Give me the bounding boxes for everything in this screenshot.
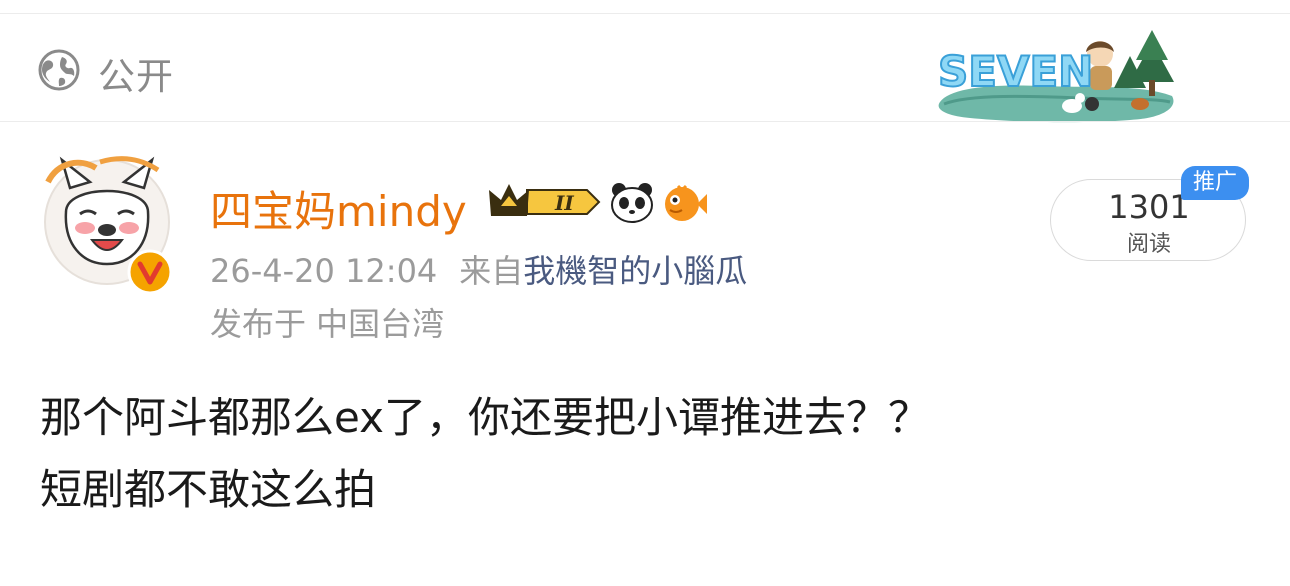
source-prefix: 来自: [459, 252, 524, 290]
promote-tag[interactable]: 推广: [1181, 166, 1249, 200]
svg-text:SEVEN: SEVEN: [938, 47, 1093, 96]
post-location: 发布于 中国台湾: [210, 305, 445, 343]
visibility-header: 公开 SEVEN: [0, 14, 1290, 124]
globe-icon: [38, 49, 80, 91]
verified-v-icon: [127, 249, 173, 295]
svg-text:II: II: [554, 191, 574, 215]
seven-fan-badge-icon[interactable]: SEVEN: [930, 22, 1180, 124]
panda-icon[interactable]: [608, 180, 656, 224]
post-text-line: 短剧都不敢这么拍: [40, 465, 377, 514]
source-link[interactable]: 我機智的小腦瓜: [523, 252, 747, 290]
post-meta: 26-4-20 12:04 来自我機智的小腦瓜: [210, 246, 747, 292]
author-name[interactable]: 四宝妈mindy: [210, 178, 467, 239]
pufferfish-icon[interactable]: [660, 180, 708, 224]
crown-level-2-icon[interactable]: II: [487, 180, 603, 224]
visibility-label: 公开: [98, 55, 174, 98]
post-text-line: 那个阿斗都那么ex了，你还要把小谭推进去？？: [40, 393, 930, 442]
read-label: 阅读: [1126, 232, 1171, 257]
post-time: 26-4-20 12:04: [210, 252, 438, 290]
weibo-post: 四宝妈mindy II 26-4-20 12:04 来自我機智的小腦瓜 发布于 中…: [0, 122, 1290, 586]
